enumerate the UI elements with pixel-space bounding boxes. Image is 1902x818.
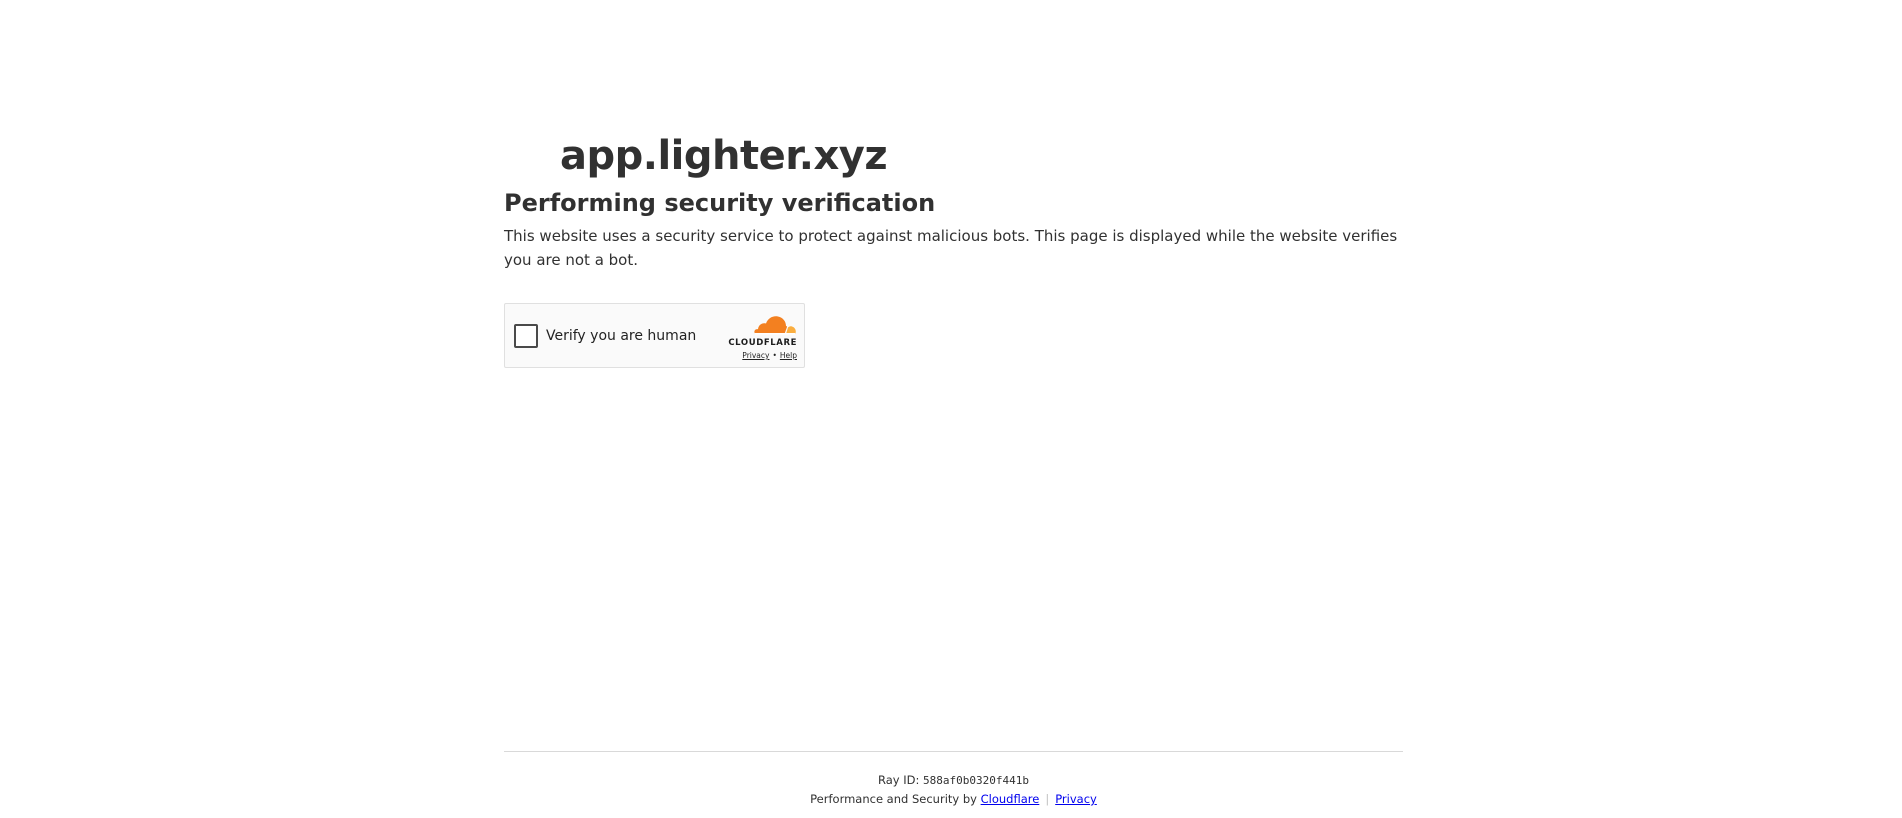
footer-privacy-link[interactable]: Privacy	[1055, 792, 1097, 806]
widget-privacy-link[interactable]: Privacy	[742, 351, 769, 360]
ray-id-value: 588af0b0320f441b	[923, 774, 1029, 787]
verify-checkbox[interactable]	[514, 324, 538, 348]
site-header: app.lighter.xyz	[504, 128, 888, 184]
site-favicon	[504, 136, 560, 176]
widget-help-link[interactable]: Help	[780, 351, 797, 360]
cloudflare-link[interactable]: Cloudflare	[981, 792, 1040, 806]
performance-line: Performance and Security by Cloudflare | P…	[504, 791, 1403, 807]
footer-separator: |	[1045, 792, 1050, 806]
link-dot: •	[772, 351, 777, 360]
page-title: Performing security verification	[504, 189, 936, 217]
site-name: app.lighter.xyz	[560, 133, 888, 179]
ray-id-line: Ray ID: 588af0b0320f441b	[504, 772, 1403, 789]
page-description: This website uses a security service to …	[504, 227, 1398, 269]
footer: Ray ID: 588af0b0320f441b Performance and…	[504, 751, 1403, 806]
turnstile-widget: Verify you are human CLOUDFLARE Privacy •…	[504, 303, 805, 368]
cloudflare-wordmark: CLOUDFLARE	[728, 338, 797, 348]
cloudflare-brand: CLOUDFLARE Privacy • Help	[721, 314, 797, 360]
performance-text: Performance and Security by	[810, 792, 981, 806]
ray-id-label: Ray ID:	[878, 773, 924, 787]
verify-label[interactable]: Verify you are human	[546, 326, 696, 346]
widget-links: Privacy • Help	[742, 351, 797, 360]
cloudflare-cloud-icon	[754, 316, 796, 335]
